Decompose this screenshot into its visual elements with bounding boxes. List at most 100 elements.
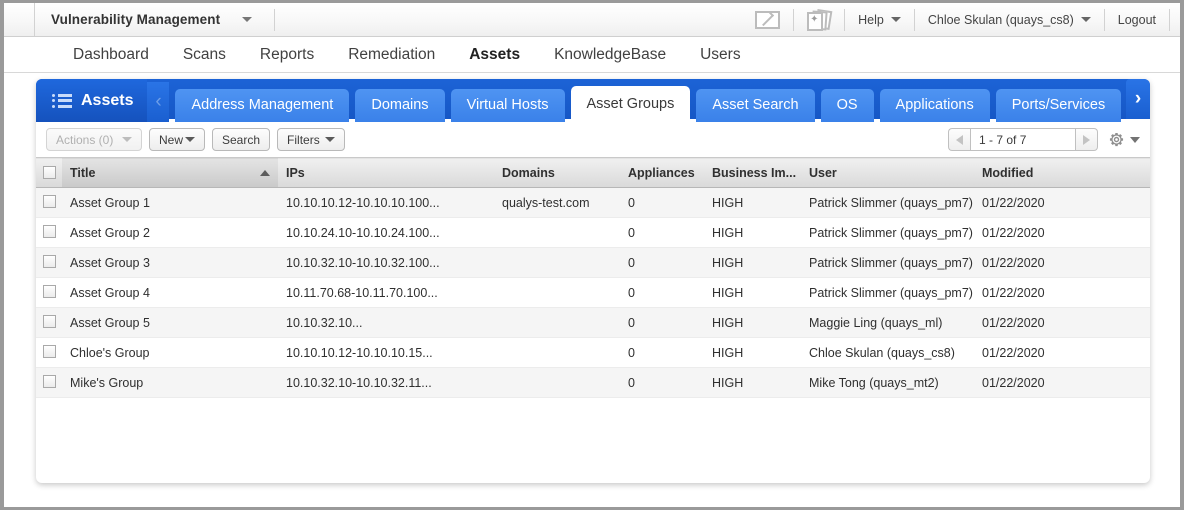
cell-title[interactable]: Chloe's Group bbox=[62, 337, 278, 368]
row-checkbox[interactable] bbox=[42, 224, 56, 238]
cell-appliances: 0 bbox=[620, 367, 704, 398]
nav-item-scans[interactable]: Scans bbox=[166, 46, 243, 64]
tabs-scroll-left-button[interactable]: ‹ bbox=[147, 82, 170, 122]
cell-ips: 10.11.70.68-10.11.70.100... bbox=[278, 277, 494, 308]
cell-domains bbox=[494, 217, 620, 248]
actions-button[interactable]: Actions (0) bbox=[46, 128, 142, 151]
filters-button[interactable]: Filters bbox=[277, 128, 346, 151]
new-button[interactable]: New bbox=[149, 128, 205, 151]
news-button[interactable]: ✦ bbox=[794, 3, 844, 36]
row-checkbox[interactable] bbox=[42, 314, 56, 328]
cell-appliances: 0 bbox=[620, 307, 704, 338]
cell-business: HIGH bbox=[704, 337, 801, 368]
help-label: Help bbox=[858, 12, 884, 27]
settings-menu[interactable] bbox=[1109, 132, 1140, 147]
cell-user: Patrick Slimmer (quays_pm7) bbox=[801, 247, 974, 278]
column-header-label: Appliances bbox=[628, 165, 695, 180]
table-row[interactable]: Chloe's Group 10.10.10.12-10.10.10.15... 0… bbox=[36, 337, 1150, 368]
table-row[interactable]: Asset Group 3 10.10.32.10-10.10.32.100...… bbox=[36, 247, 1150, 278]
select-all-checkbox[interactable] bbox=[42, 166, 56, 179]
logout-button[interactable]: Logout bbox=[1105, 3, 1169, 36]
cell-business: HIGH bbox=[704, 187, 801, 218]
table-body: Asset Group 1 10.10.10.12-10.10.10.100...… bbox=[36, 187, 1150, 398]
column-header-title[interactable]: Title bbox=[62, 157, 278, 188]
list-icon bbox=[52, 91, 72, 110]
tab-address-management[interactable]: Address Management bbox=[175, 89, 350, 122]
tabs-scroll-right-button[interactable]: › bbox=[1126, 79, 1150, 119]
pagination-prev-button[interactable] bbox=[948, 128, 970, 151]
cell-user: Maggie Ling (quays_ml) bbox=[801, 307, 974, 338]
column-header-business[interactable]: Business Im... bbox=[704, 157, 801, 188]
tab-domains[interactable]: Domains bbox=[355, 89, 445, 122]
column-header-user[interactable]: User bbox=[801, 157, 974, 188]
cell-user: Patrick Slimmer (quays_pm7) bbox=[801, 187, 974, 218]
column-header-check[interactable] bbox=[36, 157, 62, 188]
cell-business: HIGH bbox=[704, 307, 801, 338]
cell-title[interactable]: Asset Group 2 bbox=[62, 217, 278, 248]
table-row[interactable]: Asset Group 1 10.10.10.12-10.10.10.100...… bbox=[36, 187, 1150, 218]
row-checkbox-cell[interactable] bbox=[36, 187, 62, 218]
module-tab-strip: Assets ‹ Address Management Domains Virtua… bbox=[36, 79, 1150, 122]
tab-os[interactable]: OS bbox=[820, 89, 874, 122]
nav-item-reports[interactable]: Reports bbox=[243, 46, 331, 64]
cell-domains bbox=[494, 307, 620, 338]
nav-item-dashboard[interactable]: Dashboard bbox=[56, 46, 166, 64]
tab-asset-search[interactable]: Asset Search bbox=[696, 89, 815, 122]
cell-title[interactable]: Asset Group 5 bbox=[62, 307, 278, 338]
tab-applications[interactable]: Applications bbox=[879, 89, 990, 122]
table-row[interactable]: Asset Group 5 10.10.32.10... 0 HIGH Maggie L… bbox=[36, 307, 1150, 338]
row-checkbox-cell[interactable] bbox=[36, 277, 62, 308]
cell-title[interactable]: Asset Group 4 bbox=[62, 277, 278, 308]
nav-item-remediation[interactable]: Remediation bbox=[331, 46, 452, 64]
row-checkbox-cell[interactable] bbox=[36, 307, 62, 338]
cell-domains: qualys-test.com bbox=[494, 187, 620, 218]
module-tabs: Address Management Domains Virtual Hosts As… bbox=[169, 86, 1150, 122]
module-badge-label: Assets bbox=[81, 91, 134, 109]
row-checkbox-cell[interactable] bbox=[36, 337, 62, 368]
new-label: New bbox=[159, 132, 184, 147]
table-row[interactable]: Mike's Group 10.10.32.10-10.10.32.11... 0 H… bbox=[36, 367, 1150, 398]
row-checkbox[interactable] bbox=[42, 284, 56, 298]
chevron-down-icon bbox=[1130, 136, 1140, 143]
user-menu[interactable]: Chloe Skulan (quays_cs8) bbox=[915, 3, 1104, 36]
row-checkbox[interactable] bbox=[42, 194, 56, 208]
table-row[interactable]: Asset Group 4 10.11.70.68-10.11.70.100...… bbox=[36, 277, 1150, 308]
cell-business: HIGH bbox=[704, 217, 801, 248]
cell-title[interactable]: Mike's Group bbox=[62, 367, 278, 398]
tab-virtual-hosts[interactable]: Virtual Hosts bbox=[450, 89, 565, 122]
column-header-appliances[interactable]: Appliances bbox=[620, 157, 704, 188]
nav-item-assets[interactable]: Assets bbox=[452, 46, 537, 64]
gear-icon bbox=[1109, 132, 1124, 147]
content-panel: Assets ‹ Address Management Domains Virtua… bbox=[36, 79, 1150, 483]
cell-appliances: 0 bbox=[620, 247, 704, 278]
pagination-range[interactable]: 1 - 7 of 7 bbox=[970, 128, 1076, 151]
help-menu[interactable]: Help bbox=[845, 3, 914, 36]
row-checkbox[interactable] bbox=[42, 254, 56, 268]
row-checkbox[interactable] bbox=[42, 344, 56, 358]
row-checkbox[interactable] bbox=[42, 374, 56, 388]
cell-appliances: 0 bbox=[620, 277, 704, 308]
row-checkbox-cell[interactable] bbox=[36, 217, 62, 248]
pagination-next-button[interactable] bbox=[1076, 128, 1098, 151]
cell-ips: 10.10.32.10-10.10.32.100... bbox=[278, 247, 494, 278]
divider bbox=[1169, 8, 1170, 31]
nav-item-users[interactable]: Users bbox=[683, 46, 757, 64]
module-selector[interactable]: Vulnerability Management bbox=[34, 3, 274, 36]
column-header-modified[interactable]: Modified bbox=[974, 157, 1150, 188]
chevron-down-icon[interactable] bbox=[242, 17, 274, 22]
cell-title[interactable]: Asset Group 3 bbox=[62, 247, 278, 278]
mail-button[interactable] bbox=[742, 3, 793, 36]
list-toolbar: Actions (0) New Search Filters 1 - 7 of … bbox=[36, 122, 1150, 157]
search-button[interactable]: Search bbox=[212, 128, 271, 151]
cell-title[interactable]: Asset Group 1 bbox=[62, 187, 278, 218]
chevron-right-icon: › bbox=[1134, 88, 1142, 109]
row-checkbox-cell[interactable] bbox=[36, 367, 62, 398]
table-row[interactable]: Asset Group 2 10.10.24.10-10.10.24.100...… bbox=[36, 217, 1150, 248]
pagination: 1 - 7 of 7 bbox=[948, 128, 1140, 151]
column-header-domains[interactable]: Domains bbox=[494, 157, 620, 188]
row-checkbox-cell[interactable] bbox=[36, 247, 62, 278]
tab-ports-services[interactable]: Ports/Services bbox=[995, 89, 1122, 122]
tab-asset-groups[interactable]: Asset Groups bbox=[570, 86, 691, 122]
nav-item-knowledgebase[interactable]: KnowledgeBase bbox=[537, 46, 683, 64]
column-header-ips[interactable]: IPs bbox=[278, 157, 494, 188]
